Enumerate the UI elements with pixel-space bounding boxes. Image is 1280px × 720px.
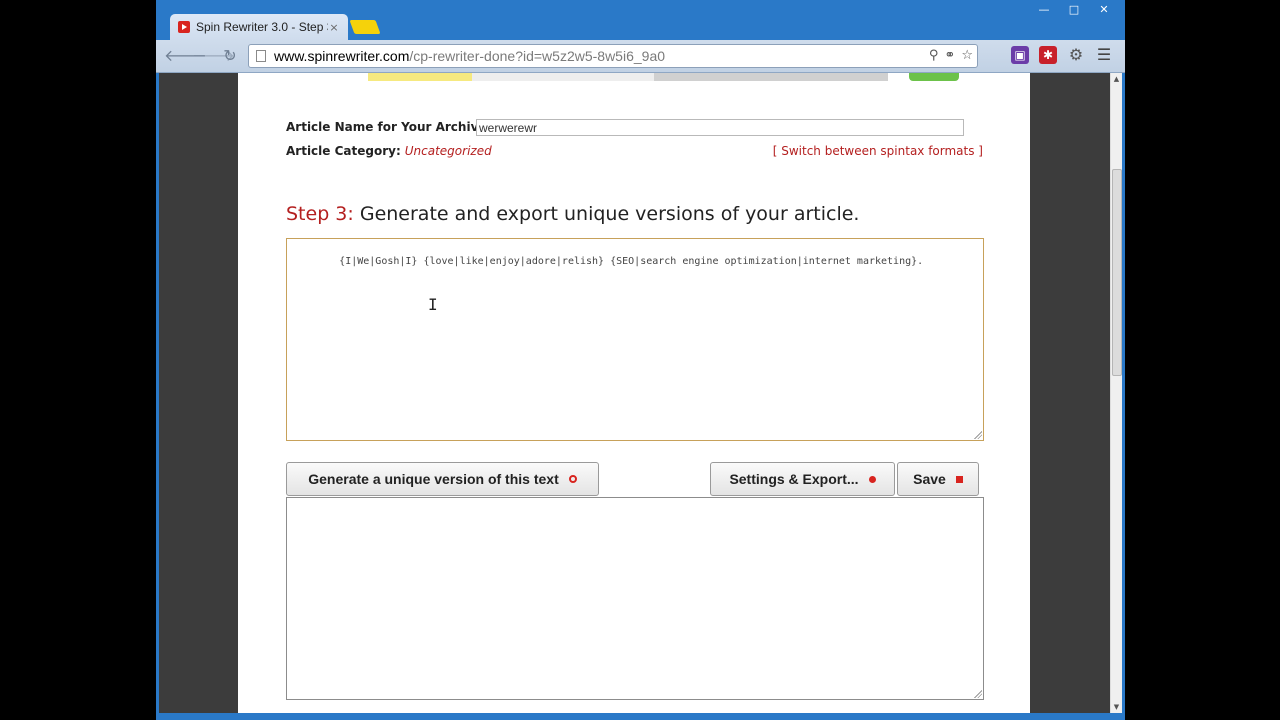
favicon-icon	[178, 21, 190, 33]
scroll-up-icon[interactable]: ▲	[1111, 73, 1122, 85]
settings-dot-icon	[868, 475, 876, 483]
text-cursor-icon: I	[428, 295, 438, 314]
generate-icon	[568, 475, 577, 483]
step-heading: Step 3: Generate and export unique versi…	[286, 203, 859, 225]
star-icon[interactable]: ☆	[961, 48, 973, 63]
article-name-label: Article Name for Your Archive:	[286, 120, 492, 134]
browser-window: Spin Rewriter 3.0 - Step 3 × — □ ✕ 🡐 🡒 ↻…	[156, 0, 1125, 720]
save-square-icon	[955, 475, 963, 483]
page-viewport: Article Name for Your Archive: Article C…	[159, 73, 1122, 713]
address-bar[interactable]: www.spinrewriter.com/cp-rewriter-done?id…	[248, 44, 978, 68]
article-name-input[interactable]	[476, 119, 964, 136]
back-icon[interactable]: 🡐	[164, 46, 207, 66]
extension-gear-icon[interactable]: ⚙	[1067, 46, 1085, 64]
link-icon[interactable]: ⚭	[944, 48, 955, 63]
page-content: Article Name for Your Archive: Article C…	[238, 73, 1030, 713]
settings-button-label: Settings & Export...	[729, 471, 859, 487]
browser-toolbar: 🡐 🡒 ↻ www.spinrewriter.com/cp-rewriter-d…	[156, 40, 1125, 73]
page-icon	[256, 50, 266, 62]
url-path: /cp-rewriter-done?id=w5z2w5-8w5i6_9a0	[409, 48, 666, 64]
tab-title: Spin Rewriter 3.0 - Step 3	[196, 20, 328, 34]
generate-button-label: Generate a unique version of this text	[308, 471, 559, 487]
article-category-row: Article Category: Uncategorized	[286, 144, 492, 158]
reload-icon[interactable]: ↻	[219, 46, 241, 66]
output-textarea[interactable]	[286, 497, 984, 700]
search-icon[interactable]: ⚲	[929, 48, 939, 63]
article-category-label: Article Category:	[286, 144, 401, 158]
step-label: Step 3:	[286, 203, 354, 225]
resize-handle-icon[interactable]	[974, 431, 982, 439]
window-controls: — □ ✕	[1031, 2, 1117, 18]
page-scrollbar[interactable]: ▲ ▼	[1110, 73, 1122, 713]
extension-icon[interactable]: ▣	[1011, 46, 1029, 64]
output-resize-handle-icon[interactable]	[974, 690, 982, 698]
switch-spintax-link[interactable]: [ Switch between spintax formats ]	[773, 144, 983, 158]
forward-icon[interactable]: 🡒	[192, 46, 235, 66]
generate-button[interactable]: Generate a unique version of this text	[286, 462, 599, 496]
minimize-icon[interactable]: —	[1031, 2, 1057, 18]
header-banner	[368, 73, 888, 81]
spintax-textarea[interactable]: {I|We|Gosh|I} {love|like|enjoy|adore|rel…	[286, 238, 984, 441]
new-tab-button[interactable]	[349, 20, 381, 34]
settings-wrench-icon[interactable]: ☰	[1095, 46, 1113, 64]
header-search-button[interactable]	[909, 73, 959, 81]
scroll-thumb[interactable]	[1112, 169, 1122, 376]
settings-export-button[interactable]: Settings & Export...	[710, 462, 895, 496]
scroll-down-icon[interactable]: ▼	[1111, 701, 1122, 713]
window-close-icon[interactable]: ✕	[1091, 2, 1117, 18]
save-button-label: Save	[913, 471, 946, 487]
save-button[interactable]: Save	[897, 462, 979, 496]
spintax-text: {I|We|Gosh|I} {love|like|enjoy|adore|rel…	[339, 256, 924, 267]
step-text: Generate and export unique versions of y…	[359, 203, 860, 225]
close-icon[interactable]: ×	[328, 21, 340, 34]
tab-strip: Spin Rewriter 3.0 - Step 3 × — □ ✕	[156, 0, 1125, 40]
tab-spin-rewriter[interactable]: Spin Rewriter 3.0 - Step 3 ×	[170, 14, 348, 40]
article-category-value[interactable]: Uncategorized	[405, 144, 492, 158]
maximize-icon[interactable]: □	[1061, 2, 1087, 18]
article-name-row: Article Name for Your Archive:	[286, 120, 491, 134]
extension-red-icon[interactable]: ✱	[1039, 46, 1057, 64]
url-host: www.spinrewriter.com	[274, 48, 410, 64]
